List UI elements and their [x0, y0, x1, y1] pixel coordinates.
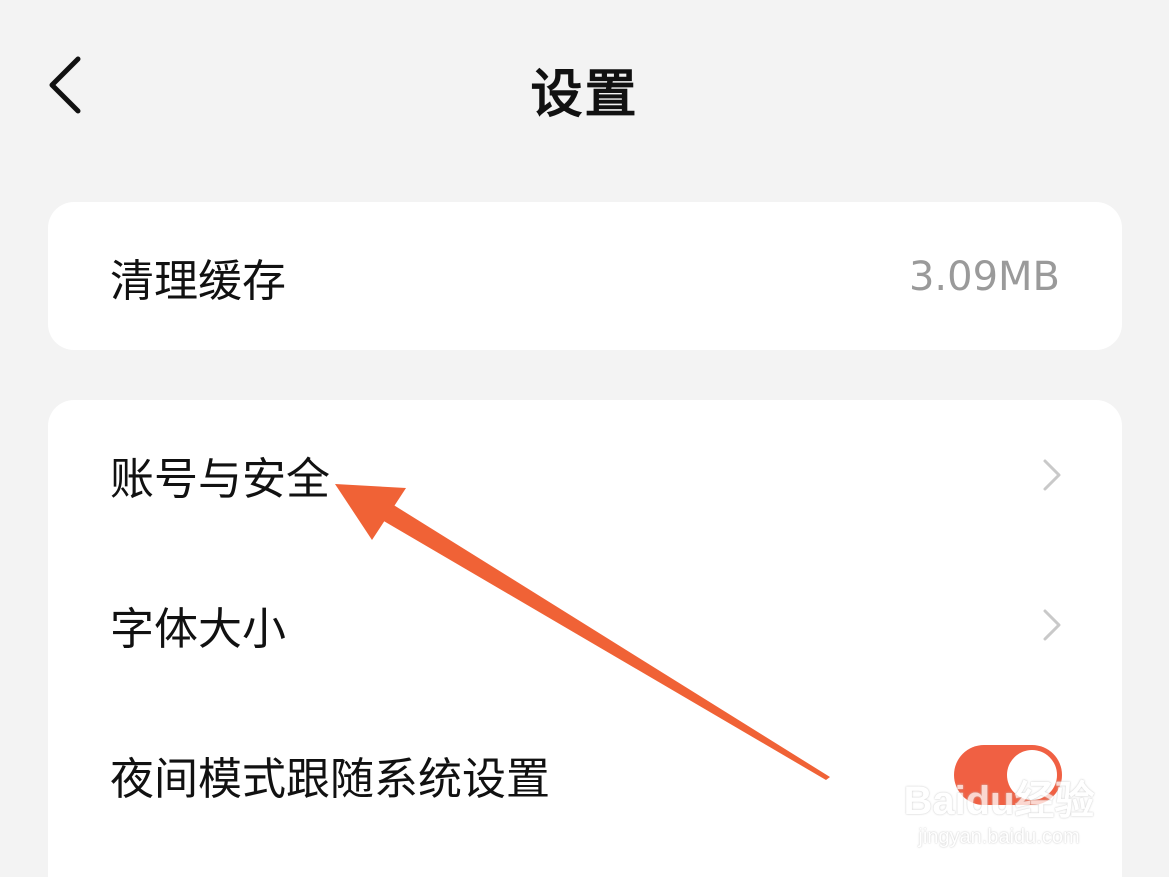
chevron-right-icon	[1043, 609, 1061, 641]
font-size-label: 字体大小	[110, 604, 286, 655]
account-security-row[interactable]: 账号与安全	[48, 400, 1122, 550]
settings-card: 账号与安全 字体大小 夜间模式跟随系统设置	[48, 400, 1122, 877]
header-bar: 设置	[0, 0, 1169, 180]
clear-cache-row[interactable]: 清理缓存 3.09MB	[48, 202, 1122, 352]
night-mode-toggle[interactable]	[954, 745, 1062, 805]
account-security-label: 账号与安全	[110, 454, 330, 505]
page-title: 设置	[530, 65, 639, 125]
clear-cache-label: 清理缓存	[110, 256, 286, 307]
cache-size-value: 3.09MB	[908, 254, 1060, 300]
settings-page: 设置 清理缓存 3.09MB 账号与安全 字体大小 夜间模式跟随系统设置 Bai…	[0, 0, 1169, 877]
toggle-knob	[1007, 750, 1057, 800]
night-mode-label: 夜间模式跟随系统设置	[110, 754, 550, 805]
chevron-right-icon	[1043, 459, 1061, 491]
night-mode-row: 夜间模式跟随系统设置	[48, 700, 1122, 850]
font-size-row[interactable]: 字体大小	[48, 550, 1122, 700]
cache-card: 清理缓存 3.09MB	[48, 202, 1122, 350]
